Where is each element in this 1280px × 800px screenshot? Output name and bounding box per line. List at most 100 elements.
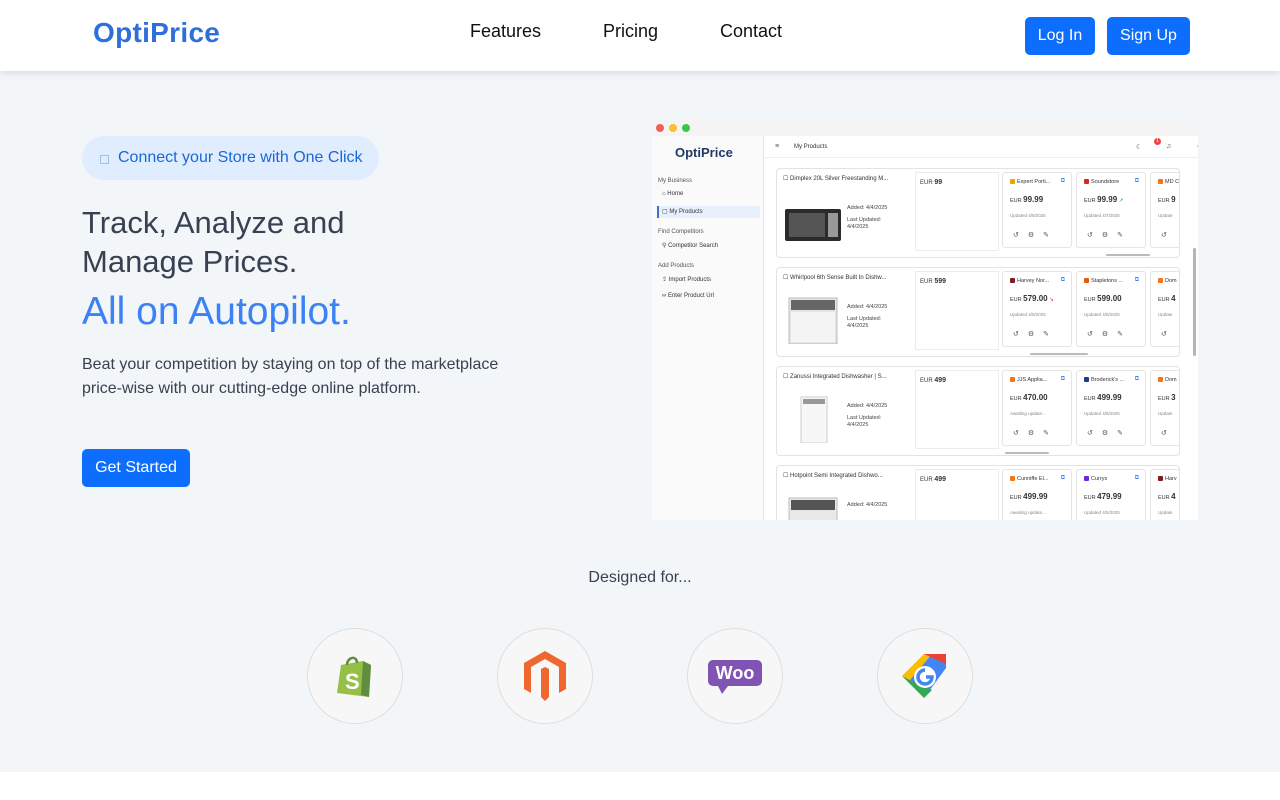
app-screenshot: OptiPrice My Business ⌂ Home ▢ My Produc…: [652, 120, 1198, 520]
store-logo-icon: [1158, 476, 1163, 482]
app-topbar: ≡ My Products ☾ ♫ ☺: [764, 136, 1198, 158]
card-actions[interactable]: ↺⚙✎: [1087, 429, 1132, 437]
product-added: Added: 4/4/2025 Last Updated: 4/4/2025: [847, 304, 888, 329]
card-actions[interactable]: ↺⚙✎: [1013, 231, 1058, 239]
store-logo-icon: [1084, 278, 1089, 284]
shopify-logo[interactable]: S: [307, 628, 403, 724]
nav-features[interactable]: Features: [470, 21, 541, 42]
google-shopping-icon: [902, 654, 946, 698]
connect-store-pill[interactable]: Connect your Store with One Click: [82, 136, 379, 180]
sidebar-section-business: My Business: [658, 178, 693, 184]
card-actions[interactable]: ↺: [1161, 429, 1176, 437]
card-actions[interactable]: ↺⚙✎: [1087, 330, 1132, 338]
card-actions[interactable]: ↺⚙✎: [1013, 429, 1058, 437]
checkbox-icon: ☐: [783, 473, 791, 479]
moon-icon[interactable]: ☾: [1136, 143, 1142, 151]
product-row[interactable]: ☐ Zanussi Integrated Dishwasher | S... A…: [776, 366, 1180, 456]
app-sidebar: OptiPrice My Business ⌂ Home ▢ My Produc…: [652, 136, 764, 520]
store-logo-icon: [1084, 377, 1089, 383]
competitor-card[interactable]: Stapletons ... ⧉ EUR 599.00 Updated 4/5/…: [1076, 271, 1146, 347]
designed-for-label: Designed for...: [588, 569, 692, 586]
hero-description-line-2: price-wise with our cutting-edge online …: [82, 380, 421, 397]
store-logo-icon: [1010, 179, 1015, 185]
sidebar-item-products[interactable]: ▢ My Products: [662, 208, 703, 215]
magento-logo[interactable]: [497, 628, 593, 724]
woocommerce-logo[interactable]: Woo: [687, 628, 783, 724]
card-actions[interactable]: ↺: [1161, 330, 1176, 338]
product-row[interactable]: ☐ Dimplex 20L Silver Freestanding M... A…: [776, 168, 1180, 258]
product-title: ☐ Dimplex 20L Silver Freestanding M...: [783, 176, 889, 182]
product-row[interactable]: ☐ Hotpoint Semi Integrated Dishwo... Add…: [776, 465, 1180, 520]
vertical-scrollbar[interactable]: [1193, 248, 1196, 356]
hero-description-line-1: Beat your competition by staying on top …: [82, 356, 499, 373]
competitor-card[interactable]: MD C EUR 9 Update ↺: [1150, 172, 1179, 248]
window-titlebar: [652, 120, 1198, 136]
signup-button[interactable]: Sign Up: [1107, 17, 1190, 55]
minimize-dot-icon: [669, 124, 677, 132]
store-logo-icon: [1158, 377, 1163, 383]
competitor-card[interactable]: JJS Applia... ⧉ EUR 470.00 Awaiting upda…: [1002, 370, 1072, 446]
store-logo-icon: [1010, 278, 1015, 284]
user-icon[interactable]: ☺: [1196, 143, 1198, 150]
product-title: ☐ Hotpoint Semi Integrated Dishwo...: [783, 473, 883, 479]
competitor-card[interactable]: Harv EUR 4 Update: [1150, 469, 1179, 520]
bell-icon[interactable]: ♫: [1166, 143, 1171, 150]
external-link-icon[interactable]: ⧉: [1135, 277, 1139, 284]
notification-badge: 1: [1154, 138, 1161, 145]
card-actions[interactable]: ↺⚙✎: [1087, 231, 1132, 239]
store-logo-icon: [1010, 377, 1015, 383]
checkbox-icon: ☐: [783, 176, 791, 182]
app-page-title: My Products: [794, 144, 828, 150]
sidebar-section-add: Add Products: [658, 263, 695, 269]
horizontal-scrollbar[interactable]: [1030, 353, 1088, 355]
competitor-card[interactable]: Dom EUR 3 Update ↺: [1150, 370, 1179, 446]
horizontal-scrollbar[interactable]: [1106, 254, 1150, 256]
external-link-icon[interactable]: ⧉: [1061, 277, 1065, 284]
footer-band: [0, 772, 1280, 800]
trend-down-icon: ↘: [1049, 297, 1054, 303]
product-row[interactable]: ☐ Whirlpool 6th Sense Built In Dishw... …: [776, 267, 1180, 357]
menu-icon[interactable]: ≡: [775, 143, 779, 150]
nav-contact[interactable]: Contact: [720, 21, 782, 42]
competitor-card[interactable]: Broderick's ... ⧉ EUR 499.99 Updated 4/5…: [1076, 370, 1146, 446]
svg-text:Woo: Woo: [716, 663, 755, 683]
external-link-icon[interactable]: ⧉: [1135, 376, 1139, 383]
my-price: EUR 499: [920, 476, 947, 483]
brand-logo[interactable]: OptiPrice: [93, 17, 220, 49]
sidebar-item-import[interactable]: ⇪ Import Products: [662, 276, 711, 283]
product-added: Added: 4/4/2025 Last Updated: 4/4/2025: [847, 403, 888, 428]
horizontal-scrollbar[interactable]: [1005, 452, 1049, 454]
sidebar-item-search[interactable]: ⚲ Competitor Search: [662, 242, 718, 249]
checkbox-icon: ☐: [783, 374, 791, 380]
external-link-icon[interactable]: ⧉: [1061, 178, 1065, 185]
card-actions[interactable]: ↺⚙✎: [1013, 330, 1058, 338]
competitor-card[interactable]: Soundstore ⧉ EUR 99.99 ↗ Updated 4/7/202…: [1076, 172, 1146, 248]
competitor-card[interactable]: Harvey Nor... ⧉ EUR 579.00 ↘ Updated 4/5…: [1002, 271, 1072, 347]
google-shopping-logo[interactable]: [877, 628, 973, 724]
competitor-card[interactable]: Currys ⧉ EUR 479.99 Updated 4/5/2025: [1076, 469, 1146, 520]
sidebar-item-home[interactable]: ⌂ Home: [662, 191, 683, 197]
card-actions[interactable]: ↺: [1161, 231, 1176, 239]
store-logo-icon: [1158, 179, 1163, 185]
store-logo-icon: [1158, 278, 1163, 284]
login-button[interactable]: Log In: [1025, 17, 1095, 55]
competitor-card[interactable]: Cunniffe El... ⧉ EUR 499.99 Awaiting upd…: [1002, 469, 1072, 520]
product-title: ☐ Zanussi Integrated Dishwasher | S...: [783, 374, 887, 380]
product-added: Added: 4/4/2025 Last Updated: 4/4/2025: [847, 205, 888, 230]
external-link-icon[interactable]: ⧉: [1061, 376, 1065, 383]
competitor-card[interactable]: Dom EUR 4 Update ↺: [1150, 271, 1179, 347]
get-started-button[interactable]: Get Started: [82, 449, 190, 487]
site-header: OptiPrice Features Pricing Contact Log I…: [0, 0, 1280, 71]
nav-pricing[interactable]: Pricing: [603, 21, 658, 42]
sidebar-item-enter-url[interactable]: ∞ Enter Product Url: [662, 293, 714, 299]
product-title: ☐ Whirlpool 6th Sense Built In Dishw...: [783, 275, 887, 281]
woocommerce-icon: Woo: [708, 660, 762, 694]
hero-heading-line-1: Track, Analyze and: [82, 205, 345, 240]
external-link-icon[interactable]: ⧉: [1061, 475, 1065, 482]
competitor-card[interactable]: Expert Porti... ⧉ EUR 99.99 Updated 4/5/…: [1002, 172, 1072, 248]
external-link-icon[interactable]: ⧉: [1135, 178, 1139, 185]
app-brand: OptiPrice: [675, 145, 733, 160]
my-price: EUR 499: [920, 377, 947, 384]
plug-icon: [100, 155, 109, 164]
external-link-icon[interactable]: ⧉: [1135, 475, 1139, 482]
